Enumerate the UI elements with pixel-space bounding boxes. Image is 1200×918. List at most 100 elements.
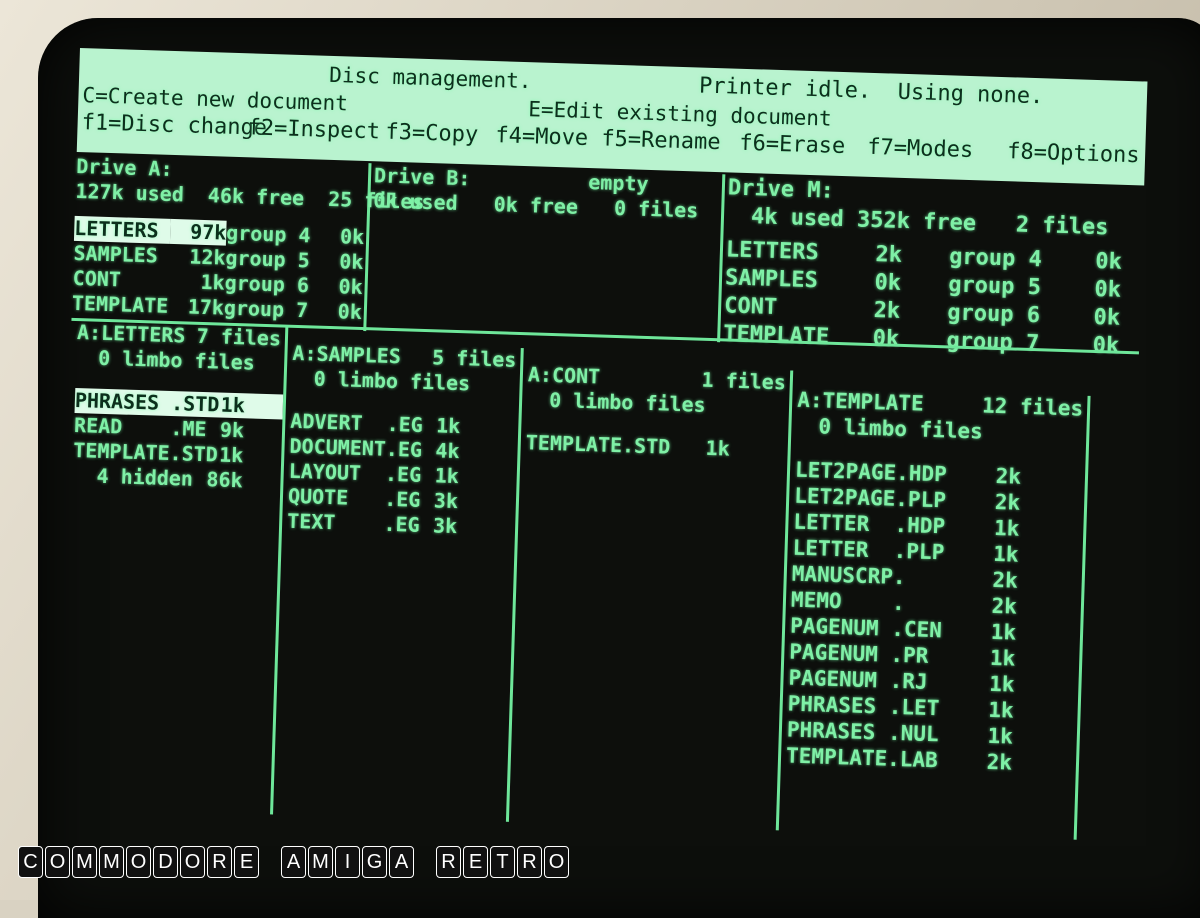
function-key-f8[interactable]: f8=Options — [1007, 139, 1140, 169]
file-size: 1k — [220, 392, 246, 418]
brand-letter: G — [362, 846, 387, 878]
brand-letter: O — [544, 846, 569, 878]
group-size: 2k — [873, 298, 901, 324]
function-key-f4[interactable]: f4=Move — [495, 123, 588, 152]
file-size: 1k — [992, 541, 1019, 567]
function-key-f5[interactable]: f5=Rename — [601, 126, 721, 156]
file-name: 4 hidden — [72, 462, 194, 491]
file-size: 1k — [987, 697, 1015, 723]
brand-letter: T — [490, 846, 515, 878]
folder-column-aletters[interactable]: A:LETTERS 7 files 0 limbo files PHRASES .ST… — [62, 320, 289, 815]
brand-letter: R — [207, 846, 232, 878]
file-size: 1k — [988, 671, 1015, 697]
file-size: 2k — [994, 489, 1021, 515]
locoscript-screen: Disc management. Printer idle. Using non… — [54, 48, 1159, 902]
group-extra: 0k — [337, 299, 363, 324]
file-name: TEMPLATE.LAB — [785, 743, 939, 773]
function-key-f6[interactable]: f6=Erase — [739, 131, 846, 160]
folder-name: A:SAMPLES — [292, 340, 402, 369]
group-name: SAMPLES — [73, 240, 159, 268]
group-name: TEMPLATE — [722, 321, 830, 350]
folder-column-atemplate[interactable]: A:TEMPLATE 12 files 0 limbo files LET2PAGE.… — [783, 386, 1091, 840]
brand-letter: O — [180, 846, 205, 878]
brand-word: AMIGA — [281, 846, 416, 880]
group-extra: 0k — [1093, 304, 1121, 331]
group-name: CONT — [723, 293, 778, 321]
folder-column-asamples[interactable]: A:SAMPLES 5 files 0 limbo files ADVERT .EG 1… — [278, 340, 524, 822]
function-key-f3[interactable]: f3=Copy — [385, 120, 478, 149]
group-name: SAMPLES — [724, 265, 819, 294]
group-name: TEMPLATE — [71, 290, 169, 318]
file-size: 3k — [432, 513, 458, 539]
group-size: 17k — [187, 294, 225, 320]
group-group: group 5 — [947, 272, 1042, 301]
group-group: group 7 — [946, 328, 1040, 357]
group-extra: 0k — [338, 249, 364, 275]
file-list: TEMPLATE.STD 1k — [525, 430, 788, 463]
group-name: LETTERS — [73, 215, 171, 244]
folder-column-acont[interactable]: A:CONT 1 files 0 limbo files TEMPLATE.STD 1k — [513, 362, 794, 831]
file-size: 1k — [705, 435, 731, 461]
folder-file-count: 12 files — [981, 393, 1084, 421]
file-size: 2k — [992, 567, 1019, 593]
drive-a-panel[interactable]: Drive A: 127k used 46k free 25 files LET… — [71, 153, 425, 332]
group-size: 0k — [872, 326, 900, 352]
file-size: 1k — [989, 645, 1016, 671]
watermark-logo: COMMODOREAMIGARETRO — [18, 846, 591, 880]
group-extra: 0k — [1092, 332, 1120, 359]
brand-letter: M — [308, 846, 333, 878]
group-group: group 5 — [225, 245, 311, 273]
brand-letter: O — [126, 846, 151, 878]
group-extra: 0k — [339, 224, 365, 250]
group-group: group 7 — [223, 295, 309, 323]
brand-letter: A — [389, 846, 414, 878]
folder-name: A:LETTERS — [76, 320, 186, 348]
group-group: group 4 — [225, 220, 311, 248]
brand-letter: A — [281, 846, 306, 878]
function-key-f7[interactable]: f7=Modes — [867, 135, 974, 164]
folder-name: A:TEMPLATE — [796, 387, 925, 416]
brand-letter: M — [99, 846, 124, 878]
file-name: TEXT .EG — [286, 508, 421, 537]
file-size: 1k — [218, 442, 244, 468]
screen-title: Disc management. — [328, 62, 532, 94]
folder-file-count: 1 files — [701, 367, 787, 395]
brand-letter: C — [18, 846, 43, 878]
brand-letter: I — [335, 846, 360, 878]
file-list: ADVERT .EG 1k DOCUMENT.EG 4k LAYOUT .EG 1k QUO… — [287, 409, 519, 541]
file-size: 2k — [986, 749, 1013, 775]
folder-file-count: 7 files — [196, 323, 282, 351]
drive-m-panel[interactable]: Drive M: 4k used 352k free 2 files LETTE… — [722, 174, 1138, 358]
file-list: LET2PAGE.HDP 2k LET2PAGE.PLP 2k LETTER .HDP 1… — [786, 457, 1086, 778]
folder-file-count: 5 files — [431, 345, 517, 372]
file-size: 86k — [206, 467, 244, 493]
file-list: PHRASES .STD 1k READ .ME 9k TEMPLATE.STD 1k 4… — [72, 388, 284, 495]
file-row[interactable]: TEMPLATE.STD 1k — [525, 430, 788, 463]
group-group: group 6 — [946, 300, 1041, 329]
function-key-f2[interactable]: f2=Inspect — [247, 115, 380, 145]
group-size: 0k — [874, 270, 902, 296]
group-size: 97k — [169, 218, 227, 246]
group-size: 2k — [875, 242, 903, 268]
file-size: 3k — [433, 488, 459, 514]
group-group: group 4 — [948, 244, 1043, 273]
drive-b-title: Drive B: — [373, 163, 471, 191]
brand-letter: R — [517, 846, 542, 878]
function-key-f1[interactable]: f1=Disc change — [81, 110, 267, 142]
group-name: CONT — [72, 265, 122, 292]
drive-b-panel[interactable]: Drive B: empty 0k used 0k free 0 files — [369, 163, 726, 343]
brand-letter: O — [45, 846, 70, 878]
brand-letter: M — [72, 846, 97, 878]
file-name: TEMPLATE.STD — [525, 430, 671, 459]
drive-a-group-list: LETTERS 97k group 4 0k SAMPLES 12k group 5 0k CO… — [71, 215, 367, 325]
file-size: 1k — [990, 619, 1017, 645]
file-size: 9k — [219, 417, 245, 443]
group-extra: 0k — [338, 274, 364, 299]
group-extra: 0k — [1094, 249, 1123, 275]
brand-letter: D — [153, 846, 178, 878]
brand-letter: E — [234, 846, 259, 878]
group-group: group 6 — [224, 270, 310, 298]
file-row[interactable]: 4 hidden 86k — [72, 463, 281, 495]
file-size: 2k — [995, 463, 1022, 489]
file-size: 2k — [991, 593, 1018, 619]
